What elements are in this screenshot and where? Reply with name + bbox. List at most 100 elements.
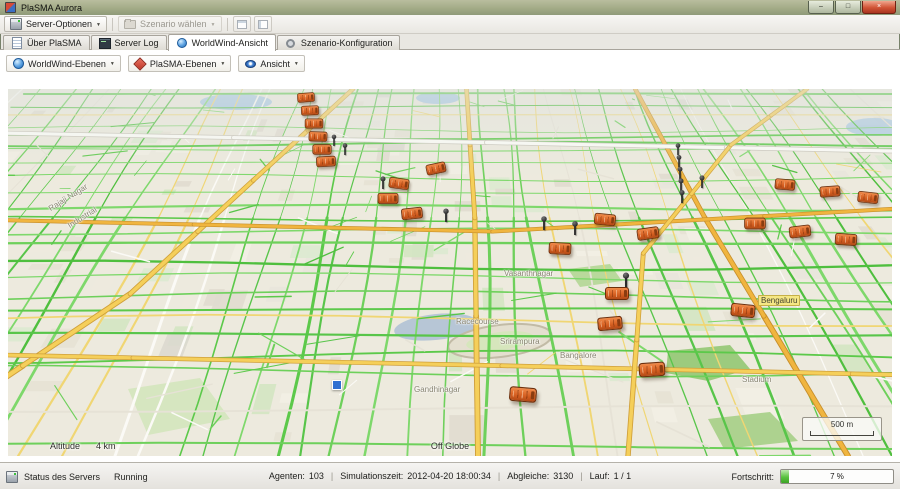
- bus-icon[interactable]: [857, 191, 879, 204]
- status-metric: Abgleiche:3130: [507, 471, 573, 481]
- worldwind-layers-button[interactable]: WorldWind-Ebenen ▼: [6, 55, 121, 72]
- bus-icon[interactable]: [594, 213, 617, 227]
- server-options-button[interactable]: Server-Optionen ▼: [4, 16, 107, 32]
- tab-label: WorldWind-Ansicht: [192, 38, 268, 48]
- scale-bar: 500 m: [802, 417, 882, 441]
- toolbar-separator: [112, 18, 113, 31]
- maximize-button[interactable]: □: [835, 1, 861, 14]
- chevron-down-icon: ▼: [211, 23, 216, 28]
- status-metrics: Agenten:103|Simulationszeit:2012-04-20 1…: [269, 471, 631, 481]
- bus-icon[interactable]: [301, 105, 319, 115]
- bus-icon[interactable]: [297, 92, 315, 103]
- bus-icon[interactable]: [388, 177, 410, 191]
- bus-icon[interactable]: [638, 361, 665, 377]
- app-icon: [5, 2, 16, 13]
- map-pin-icon[interactable]: [574, 226, 576, 235]
- bus-icon[interactable]: [835, 233, 858, 246]
- plasma-layers-label: PlaSMA-Ebenen: [150, 59, 217, 69]
- altitude-value: 4 km: [96, 441, 116, 451]
- server-status-value: Running: [114, 472, 148, 482]
- chevron-down-icon: ▼: [110, 62, 115, 67]
- progress-label: Fortschritt:: [731, 472, 774, 482]
- map-pin-icon[interactable]: [382, 181, 384, 189]
- bus-icon[interactable]: [636, 226, 660, 241]
- metric-value: 2012-04-20 18:00:34: [407, 471, 491, 481]
- bus-icon[interactable]: [605, 287, 629, 300]
- tab-szenario-konfiguration[interactable]: Szenario-Konfiguration: [277, 35, 401, 50]
- main-toolbar: Server-Optionen ▼ Szenario wählen ▼: [0, 15, 900, 34]
- map-place-label: Bangalore: [560, 351, 596, 360]
- view-icon: [244, 58, 256, 70]
- map-pin-icon[interactable]: [681, 194, 683, 203]
- tab-server-log[interactable]: Server Log: [91, 35, 167, 50]
- status-bar: Status des Servers Running Agenten:103|S…: [0, 462, 900, 489]
- status-metric: Lauf: 1 / 1: [590, 471, 632, 481]
- bus-icon[interactable]: [548, 242, 571, 255]
- scenario-select-button[interactable]: Szenario wählen ▼: [118, 16, 222, 32]
- bus-icon[interactable]: [401, 207, 423, 221]
- bus-icon[interactable]: [819, 185, 840, 198]
- worldwind-layers-label: WorldWind-Ebenen: [28, 59, 106, 69]
- chevron-down-icon: ▼: [294, 62, 299, 67]
- layers-icon: [134, 58, 146, 70]
- tab-label: Szenario-Konfiguration: [301, 38, 393, 48]
- map-pin-icon[interactable]: [344, 147, 346, 155]
- bus-icon[interactable]: [312, 144, 331, 154]
- server-status-icon: [6, 471, 18, 483]
- map-pin-icon[interactable]: [333, 138, 335, 146]
- map-pin-icon[interactable]: [677, 147, 679, 155]
- map-toolbar: WorldWind-Ebenen ▼ PlaSMA-Ebenen ▼ Ansic…: [6, 55, 305, 72]
- view-label: Ansicht: [260, 59, 290, 69]
- metric-label: Simulationszeit:: [340, 471, 403, 481]
- metric-label: Lauf:: [590, 471, 610, 481]
- window-title: PlaSMA Aurora: [21, 3, 808, 13]
- scale-line: [810, 431, 874, 436]
- scale-text: 500 m: [810, 420, 874, 429]
- bus-icon[interactable]: [744, 218, 766, 230]
- server-status: Status des Servers Running: [6, 471, 148, 483]
- metric-value: 1 / 1: [614, 471, 632, 481]
- chevron-down-icon: ▼: [96, 23, 101, 28]
- map-place-label: Racecourse: [456, 317, 499, 326]
- map-pin-icon[interactable]: [445, 213, 447, 222]
- bus-icon[interactable]: [308, 131, 327, 142]
- tab-bar: Über PlaSMA Server Log WorldWind-Ansicht…: [0, 33, 900, 50]
- bus-icon[interactable]: [305, 118, 323, 128]
- map-poi-icon[interactable]: [332, 380, 342, 390]
- bus-icon[interactable]: [378, 193, 399, 204]
- bus-icon[interactable]: [425, 161, 447, 176]
- map-place-label: Industrial: [66, 205, 98, 230]
- metric-value: 103: [309, 471, 324, 481]
- toolbar-layout-button[interactable]: [254, 16, 272, 32]
- titlebar: PlaSMA Aurora – □ ×: [0, 0, 900, 16]
- view-button[interactable]: Ansicht ▼: [238, 55, 304, 72]
- bus-icon[interactable]: [597, 316, 623, 332]
- metric-value: 3130: [553, 471, 573, 481]
- minimize-button[interactable]: –: [808, 1, 834, 14]
- document-icon: [11, 37, 23, 49]
- globe-status: Off Globe: [431, 441, 469, 451]
- globe-icon: [12, 58, 24, 70]
- map-viewport[interactable]: RacecourseGandhinagarBangaloreSrirampura…: [8, 89, 892, 456]
- bus-icon[interactable]: [730, 303, 756, 319]
- bus-icon[interactable]: [509, 386, 538, 403]
- plasma-layers-button[interactable]: PlaSMA-Ebenen ▼: [128, 55, 232, 72]
- server-status-label: Status des Servers: [24, 472, 100, 482]
- bus-icon[interactable]: [774, 178, 795, 191]
- tab-worldwind-ansicht[interactable]: WorldWind-Ansicht: [168, 34, 276, 51]
- window-controls: – □ ×: [808, 1, 896, 14]
- close-button[interactable]: ×: [862, 1, 896, 14]
- bus-icon[interactable]: [788, 224, 811, 238]
- map-place-label: Gandhinagar: [414, 385, 460, 394]
- map-pin-icon[interactable]: [701, 180, 703, 188]
- map-place-label: Stadium: [742, 375, 771, 384]
- tab-ueber-plasma[interactable]: Über PlaSMA: [3, 35, 90, 50]
- toolbar-panel-button[interactable]: [233, 16, 251, 32]
- chevron-down-icon: ▼: [220, 62, 225, 67]
- tab-label: Server Log: [115, 38, 159, 48]
- map-overlay: RacecourseGandhinagarBangaloreSrirampura…: [8, 89, 892, 456]
- server-options-label: Server-Optionen: [26, 19, 92, 29]
- layout-icon: [258, 20, 268, 29]
- bus-icon[interactable]: [316, 156, 336, 168]
- map-pin-icon[interactable]: [543, 221, 545, 230]
